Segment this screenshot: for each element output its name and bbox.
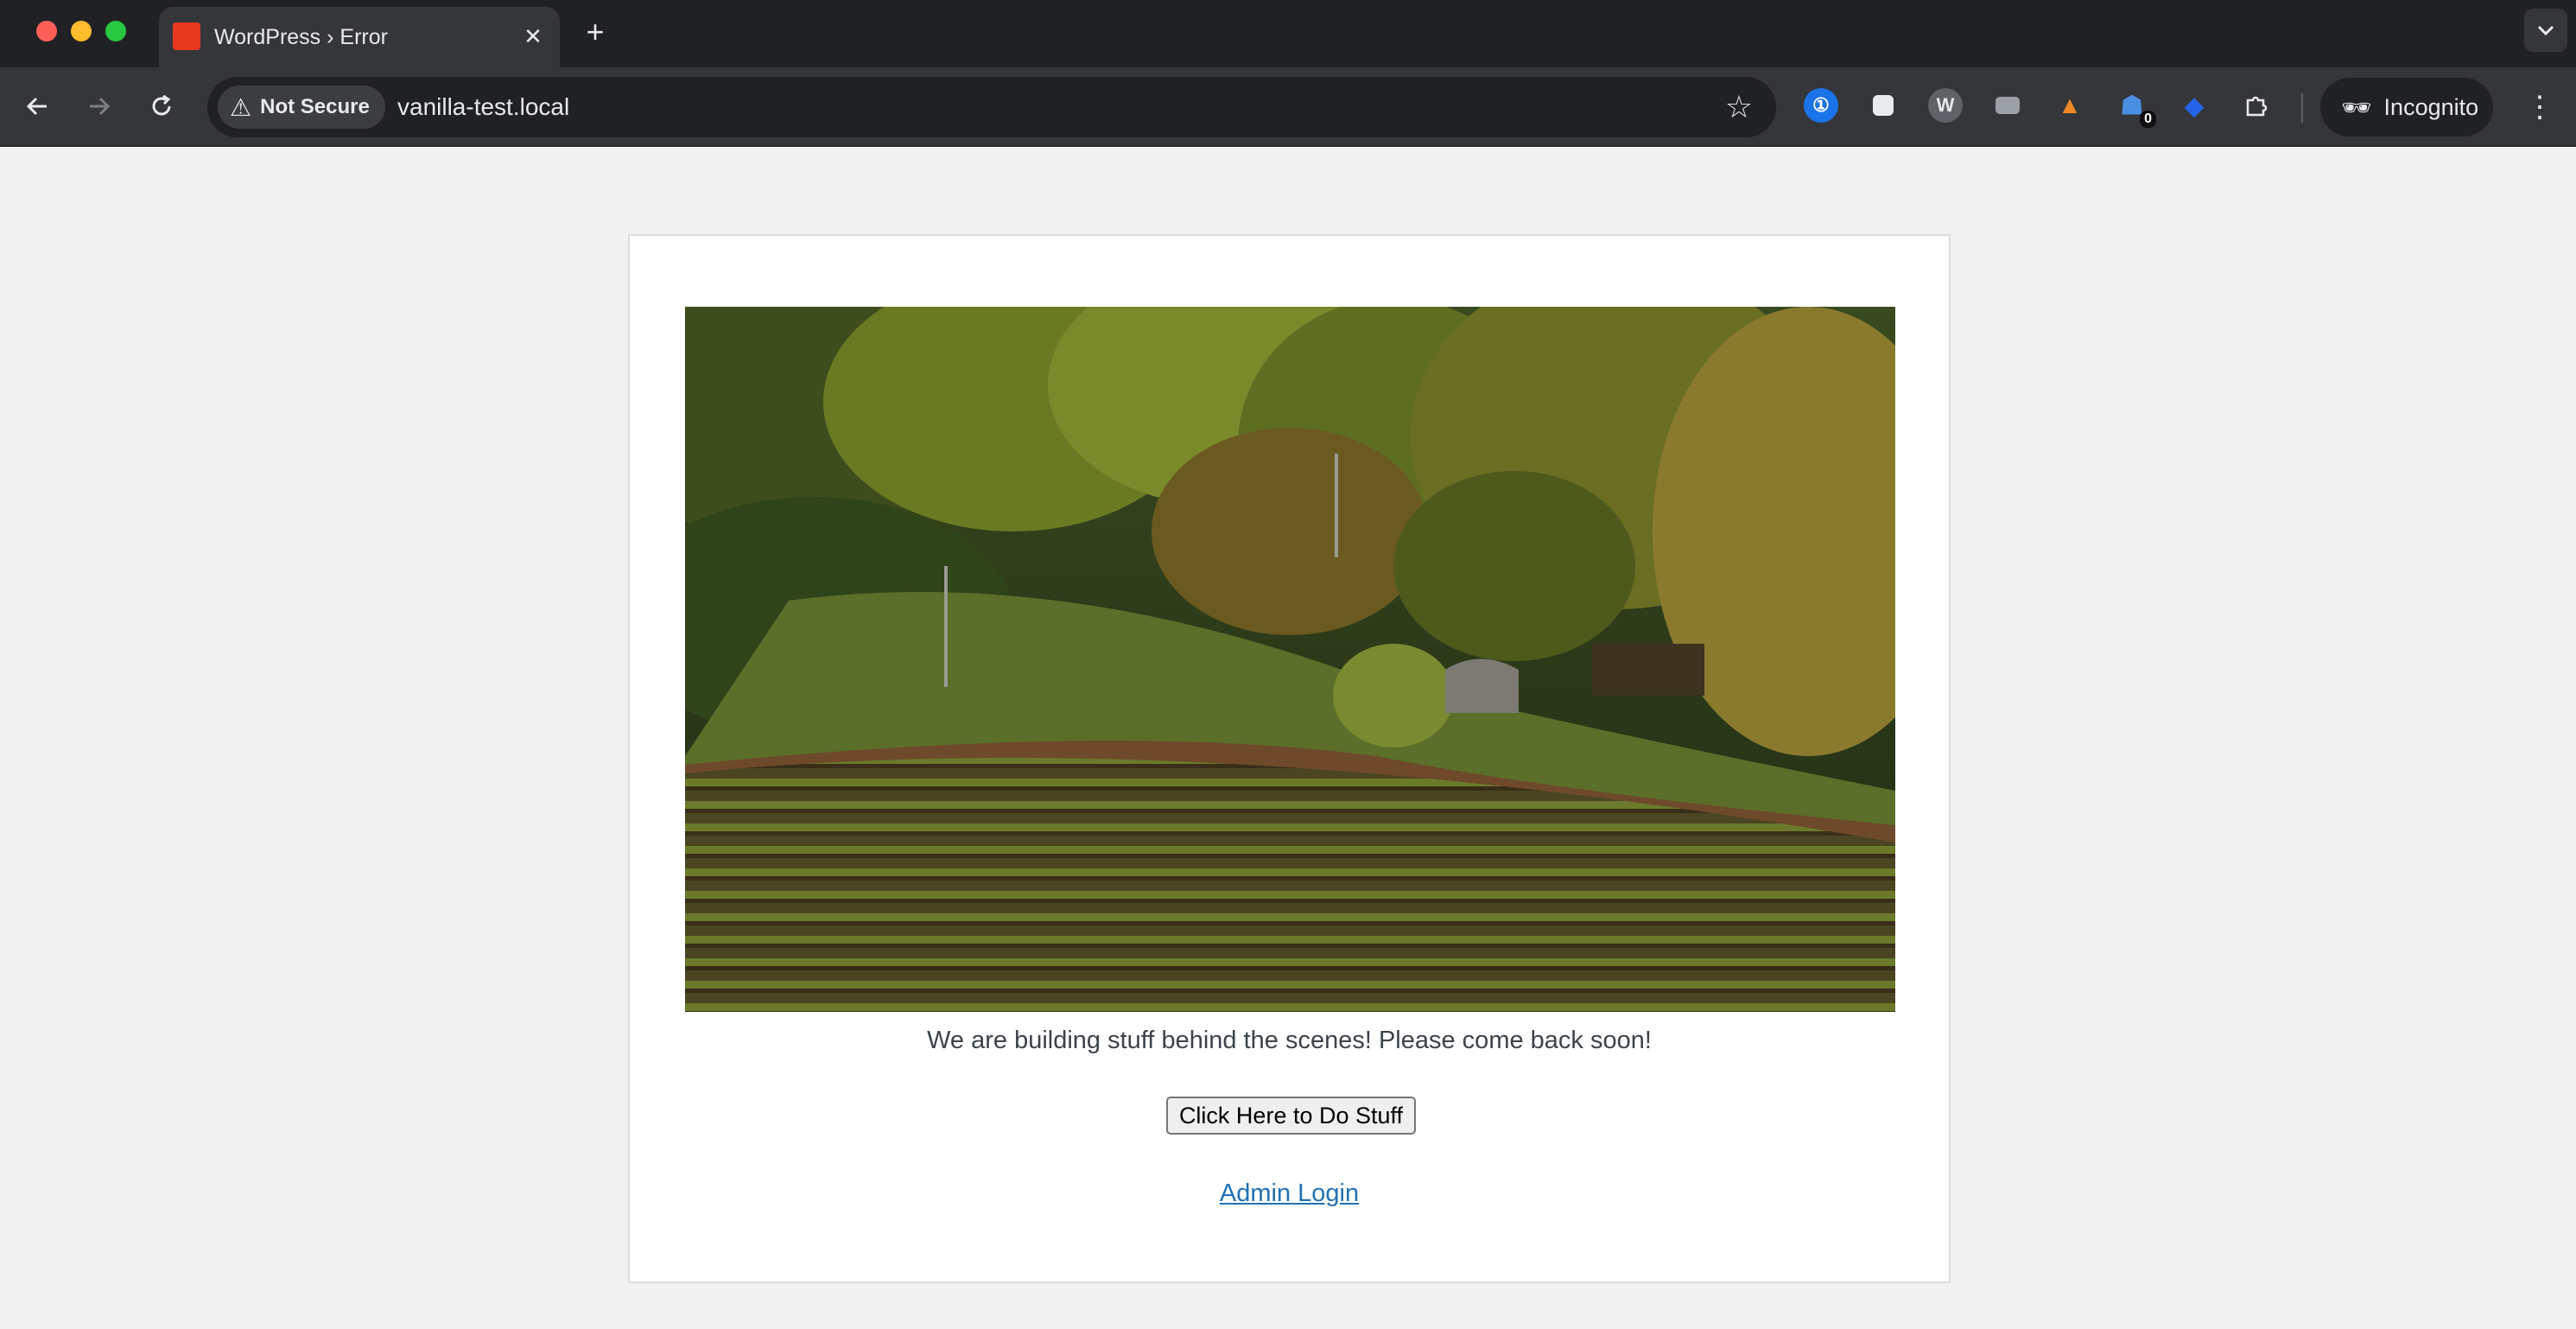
puzzle-icon (2246, 96, 2268, 117)
w-extension-icon[interactable]: W (1928, 88, 1963, 123)
camera-extension-icon[interactable] (1990, 88, 2025, 123)
tab-search-button[interactable] (2524, 9, 2567, 52)
reload-button[interactable] (142, 86, 181, 126)
maintenance-card: We are building stuff behind the scenes!… (628, 234, 1951, 1283)
arrow-left-icon (26, 97, 47, 116)
browser-menu-icon[interactable]: ⋮ (2522, 86, 2557, 128)
active-tab[interactable]: WordPress › Error ✕ (159, 7, 560, 67)
incognito-label: Incognito (2383, 93, 2479, 120)
tag-extension-icon[interactable]: ◆ (2177, 88, 2211, 123)
maximize-window-button[interactable] (105, 21, 126, 41)
browser-toolbar: ⚠ Not Secure vanilla-test.local ☆ ① W ▲ … (0, 67, 2576, 147)
ghostery-badge: 0 (2140, 111, 2156, 128)
admin-login-link[interactable]: Admin Login (1220, 1180, 1359, 1207)
wordpress-favicon-icon (173, 22, 200, 50)
arrow-right-icon (90, 97, 111, 116)
incognito-profile-button[interactable]: 🕶 Incognito (2320, 78, 2493, 137)
address-bar[interactable]: ⚠ Not Secure vanilla-test.local ☆ (207, 77, 1776, 137)
do-stuff-button[interactable]: Click Here to Do Stuff (1166, 1097, 1416, 1135)
url-text[interactable]: vanilla-test.local (397, 91, 569, 124)
forward-button[interactable] (79, 86, 119, 126)
vineyard-hero-image (685, 307, 1895, 1012)
back-button[interactable] (17, 86, 57, 126)
close-window-button[interactable] (36, 21, 57, 41)
close-tab-icon[interactable]: ✕ (518, 22, 548, 51)
puzzle-extensions-icon[interactable] (2239, 88, 2274, 123)
tab-strip: WordPress › Error ✕ + (0, 0, 2576, 67)
ghostery-extension-icon[interactable]: ☗ 0 (2115, 88, 2156, 128)
warning-icon: ⚠ (230, 93, 252, 121)
toolbar-divider (2301, 93, 2303, 123)
security-indicator[interactable]: ⚠ Not Secure (218, 86, 385, 129)
new-tab-button[interactable]: + (577, 14, 613, 50)
incognito-icon: 🕶 (2341, 93, 2372, 121)
chat-extension-icon[interactable] (1866, 88, 1900, 123)
maintenance-message: We are building stuff behind the scenes!… (927, 1027, 1652, 1054)
chevron-down-icon (2537, 25, 2554, 36)
tab-title: WordPress › Error (214, 25, 388, 49)
admin-login-container: Admin Login (630, 1180, 1949, 1208)
minimize-window-button[interactable] (71, 21, 92, 41)
fox-extension-icon[interactable]: ▲ (2053, 88, 2087, 123)
reload-icon (152, 94, 171, 116)
security-label: Not Secure (260, 95, 370, 118)
bookmark-star-icon[interactable]: ☆ (1721, 89, 1757, 125)
1password-extension-icon[interactable]: ① (1804, 88, 1838, 123)
